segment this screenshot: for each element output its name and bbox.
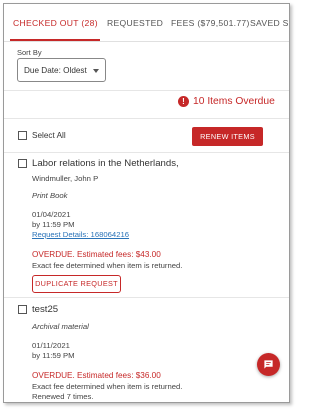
item-author: Windmuller, John P [32,174,99,183]
item-format: Archival material [32,322,89,331]
request-details-link[interactable]: Request Details: 168064216 [32,230,129,239]
item-overdue-fee: OVERDUE. Estimated fees: $36.00 [32,371,161,380]
item-checkbox[interactable] [18,305,27,314]
sort-by-label: Sort By [17,48,42,57]
list-item: test25 Archival material 01/11/2021 by 1… [4,298,289,402]
tab-checked-out[interactable]: CHECKED OUT (28) [13,18,98,28]
list-item: Labor relations in the Netherlands, Wind… [4,153,289,297]
item-format: Print Book [32,191,68,200]
item-overdue-fee: OVERDUE. Estimated fees: $43.00 [32,250,161,259]
duplicate-request-button[interactable]: DUPLICATE REQUEST [32,275,121,293]
item-renewed-count: Renewed 7 times. [32,392,94,401]
item-fee-note: Exact fee determined when item is return… [32,382,183,391]
caret-down-icon [93,69,99,73]
item-due-time: by 11:59 PM [32,220,75,229]
app-frame: CHECKED OUT (28) REQUESTED FEES ($79,501… [3,3,290,403]
item-title[interactable]: test25 [32,304,58,315]
alert-circle-icon: ! [178,96,189,107]
overdue-count-text: 10 Items Overdue [193,96,275,107]
item-checkbox[interactable] [18,159,27,168]
item-due-time: by 11:59 PM [32,351,75,360]
select-all-label: Select All [32,131,66,140]
sort-select[interactable]: Due Date: Oldest [17,58,106,82]
renew-items-button[interactable]: RENEW ITEMS [192,127,263,146]
chat-button[interactable] [257,353,280,376]
select-all-checkbox[interactable] [18,131,27,140]
tab-saved-searches[interactable]: SAVED SE [250,18,289,28]
tab-requested[interactable]: REQUESTED [107,18,163,28]
item-due-date: 01/04/2021 [32,210,71,219]
active-tab-indicator [10,39,100,41]
overdue-banner: ! 10 Items Overdue [4,91,289,118]
item-fee-note: Exact fee determined when item is return… [32,261,183,270]
sort-section: Sort By Due Date: Oldest [4,42,289,91]
tab-fees[interactable]: FEES ($79,501.77) [171,18,250,28]
item-due-date: 01/11/2021 [32,341,70,350]
sort-selected-value: Due Date: Oldest [24,66,87,75]
item-title[interactable]: Labor relations in the Netherlands, [32,158,179,169]
chat-icon [264,360,273,369]
tab-bar: CHECKED OUT (28) REQUESTED FEES ($79,501… [4,4,289,42]
select-all-bar: Select All RENEW ITEMS [4,118,289,153]
